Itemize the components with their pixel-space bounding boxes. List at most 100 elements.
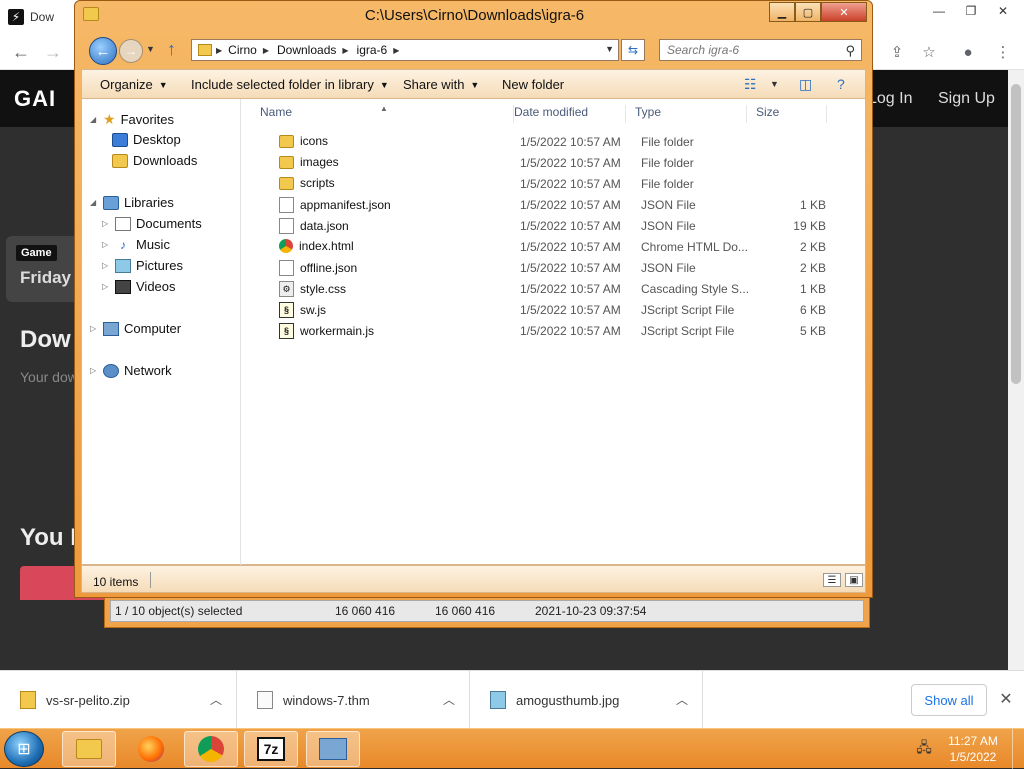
nav-documents[interactable]: ▷ Documents <box>102 216 202 231</box>
menu-kebab-icon[interactable]: ⋮ <box>990 40 1016 64</box>
taskbar: ⊞ 7z 🖧 11:27 AM 1/5/2022 <box>0 728 1024 769</box>
chevron-right-icon[interactable]: ▶ <box>342 46 348 55</box>
nav-pictures[interactable]: ▷ Pictures <box>102 258 183 273</box>
column-header-size[interactable]: Size <box>747 105 827 123</box>
large-icons-view-icon[interactable]: ▣ <box>845 573 863 587</box>
nav-favorites[interactable]: ◢ ★ Favorites <box>90 111 174 128</box>
up-arrow-icon[interactable]: ↑ <box>167 39 176 60</box>
file-row[interactable]: appmanifest.json 1/5/2022 10:57 AM JSON Fi… <box>242 194 866 215</box>
chevron-up-icon[interactable]: ︿ <box>443 691 455 708</box>
minimize-icon[interactable]: — <box>926 0 952 22</box>
game-title[interactable]: Friday <box>20 268 71 288</box>
tree-collapsed-icon[interactable]: ▷ <box>102 219 110 228</box>
download-item[interactable]: windows-7.thm ︿ <box>237 671 470 729</box>
address-bar[interactable]: ▶ Cirno ▶ Downloads ▶ igra-6 ▶ ▼ <box>191 39 619 61</box>
chevron-right-icon[interactable]: ▶ <box>263 46 269 55</box>
nav-music[interactable]: ▷ ♪ Music <box>102 237 170 252</box>
file-row[interactable]: § workermain.js 1/5/2022 10:57 AM JScript S… <box>242 320 866 341</box>
tree-collapsed-icon[interactable]: ▷ <box>90 324 98 333</box>
browser-tab[interactable]: ⚡ Dow <box>8 2 78 32</box>
maximize-button[interactable]: ▢ <box>795 2 821 22</box>
file-row[interactable]: scripts 1/5/2022 10:57 AM File folder <box>242 173 866 194</box>
nav-desktop[interactable]: Desktop <box>112 132 181 147</box>
help-icon[interactable]: ? <box>837 76 845 92</box>
clock-time: 11:27 AM <box>948 734 998 748</box>
file-row[interactable]: ⚙ style.css 1/5/2022 10:57 AM Cascading Sty… <box>242 278 866 299</box>
search-input[interactable]: Search igra-6 ⚲ <box>659 39 862 61</box>
share-with-button[interactable]: Share with ▼ <box>403 77 479 92</box>
site-logo[interactable]: GAI <box>14 86 56 112</box>
file-row[interactable]: images 1/5/2022 10:57 AM File folder <box>242 152 866 173</box>
tree-expanded-icon[interactable]: ◢ <box>90 198 98 207</box>
column-header-name[interactable]: Name ▲ <box>242 104 514 123</box>
show-desktop-button[interactable] <box>1012 729 1024 769</box>
breadcrumb-igra-6[interactable]: igra-6 ▶ <box>357 43 400 57</box>
organize-button[interactable]: Organize ▼ <box>100 77 168 92</box>
back-arrow-icon[interactable]: ← <box>8 40 34 64</box>
include-in-library-button[interactable]: Include selected folder in library ▼ <box>191 77 389 92</box>
file-row[interactable]: icons 1/5/2022 10:57 AM File folder <box>242 131 866 152</box>
back-button[interactable]: ← <box>89 37 117 65</box>
tree-collapsed-icon[interactable]: ▷ <box>102 240 110 249</box>
scrollbar-thumb[interactable] <box>1011 84 1021 384</box>
details-view-icon[interactable]: ☰ <box>823 573 841 587</box>
nav-network[interactable]: ▷ Network <box>90 363 172 378</box>
new-folder-button[interactable]: New folder <box>502 77 564 92</box>
tree-expanded-icon[interactable]: ◢ <box>90 115 98 124</box>
documents-icon <box>115 216 131 231</box>
network-tray-icon[interactable]: 🖧 <box>914 739 934 759</box>
nav-libraries[interactable]: ◢ Libraries <box>90 195 174 210</box>
nav-label: Favorites <box>120 112 175 127</box>
search-icon[interactable]: ⚲ <box>845 43 855 59</box>
minimize-button[interactable]: ▁ <box>769 2 795 22</box>
recent-pages-chevron-icon[interactable]: ▼ <box>146 44 155 54</box>
download-item[interactable]: vs-sr-pelito.zip ︿ <box>0 671 237 729</box>
taskbar-explorer[interactable] <box>62 731 116 767</box>
chevron-up-icon[interactable]: ︿ <box>676 691 688 708</box>
close-icon[interactable]: ✕ <box>990 0 1016 22</box>
chevron-right-icon[interactable]: ▶ <box>216 46 222 55</box>
tree-collapsed-icon[interactable]: ▷ <box>102 261 110 270</box>
star-icon[interactable]: ☆ <box>916 40 942 64</box>
chevron-down-icon[interactable]: ▼ <box>605 44 614 54</box>
breadcrumb-downloads[interactable]: Downloads ▶ <box>277 43 349 57</box>
chevron-down-icon[interactable]: ▼ <box>770 79 779 89</box>
show-all-button[interactable]: Show all <box>911 684 987 716</box>
nav-downloads[interactable]: Downloads <box>112 153 197 168</box>
preview-pane-icon[interactable]: ◫ <box>799 76 812 93</box>
file-row[interactable]: data.json 1/5/2022 10:57 AM JSON File 19 KB <box>242 215 866 236</box>
start-button[interactable]: ⊞ <box>4 731 44 767</box>
tree-collapsed-icon[interactable]: ▷ <box>90 366 98 375</box>
close-icon[interactable]: ✕ <box>996 689 1016 709</box>
download-item[interactable]: amogusthumb.jpg ︿ <box>470 671 703 729</box>
tree-collapsed-icon[interactable]: ▷ <box>102 282 110 291</box>
taskbar-firefox[interactable] <box>124 731 178 767</box>
pictures-icon <box>115 258 131 273</box>
nav-computer[interactable]: ▷ Computer <box>90 321 181 336</box>
chevron-right-icon[interactable]: ▶ <box>393 46 399 55</box>
restore-icon[interactable]: ❐ <box>958 0 984 22</box>
file-row[interactable]: index.html 1/5/2022 10:57 AM Chrome HTML D… <box>242 236 866 257</box>
forward-arrow-icon[interactable]: → <box>40 40 66 64</box>
file-row[interactable]: offline.json 1/5/2022 10:57 AM JSON File 2 … <box>242 257 866 278</box>
close-button[interactable]: ✕ <box>821 2 867 22</box>
forward-button[interactable]: → <box>119 39 143 63</box>
profile-icon[interactable]: ● <box>955 40 981 64</box>
taskbar-7zip[interactable]: 7z <box>244 731 298 767</box>
file-name-cell: icons <box>279 134 328 148</box>
chevron-up-icon[interactable]: ︿ <box>210 691 222 708</box>
file-name: appmanifest.json <box>300 198 391 212</box>
taskbar-control-panel[interactable] <box>306 731 360 767</box>
share-icon[interactable]: ⇪ <box>884 40 910 64</box>
refresh-button[interactable]: ⇆ <box>621 39 645 61</box>
column-header-type[interactable]: Type <box>626 105 747 123</box>
nav-videos[interactable]: ▷ Videos <box>102 279 176 294</box>
file-row[interactable]: § sw.js 1/5/2022 10:57 AM JScript Script Fi… <box>242 299 866 320</box>
login-link[interactable]: Log In <box>868 90 912 108</box>
column-header-date[interactable]: Date modified <box>504 105 626 123</box>
signup-link[interactable]: Sign Up <box>938 90 995 108</box>
system-clock[interactable]: 11:27 AM 1/5/2022 <box>940 733 1006 765</box>
taskbar-chrome[interactable] <box>184 731 238 767</box>
breadcrumb-cirno[interactable]: Cirno ▶ <box>228 43 269 57</box>
view-options-icon[interactable]: ☷ <box>744 76 757 93</box>
